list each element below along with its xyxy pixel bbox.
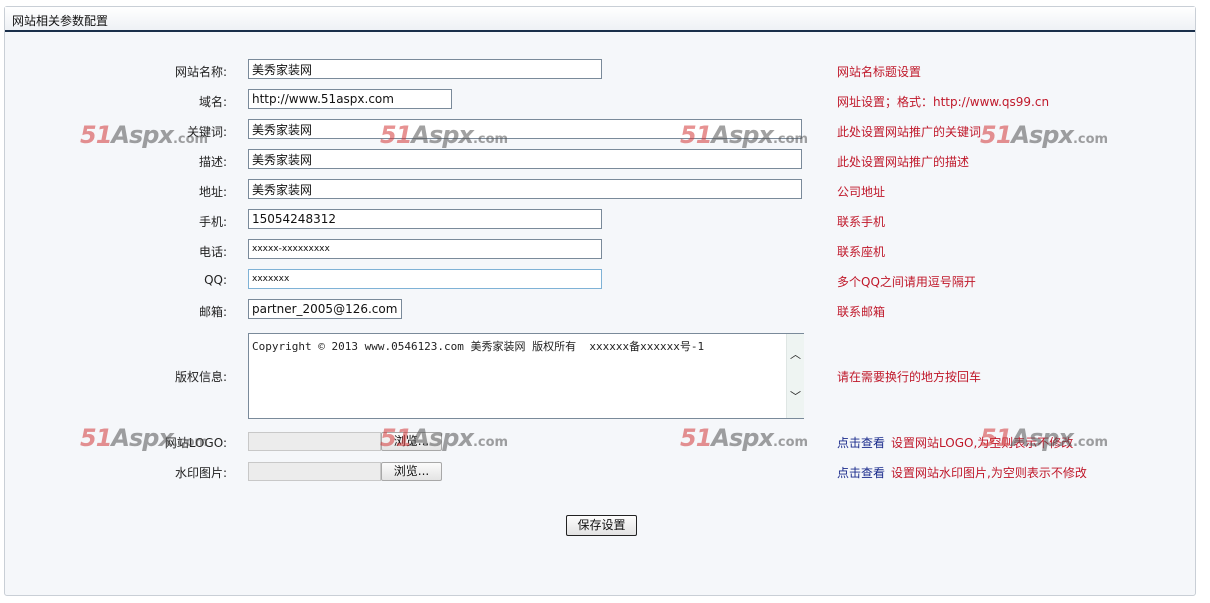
- domain-input[interactable]: [248, 89, 452, 109]
- email-hint: 联系邮箱: [837, 305, 886, 319]
- logo-browse-button[interactable]: 浏览...: [381, 432, 442, 451]
- panel-title: 网站相关参数配置: [12, 14, 109, 28]
- watermark-hint: 设置网站水印图片,为空则表示不修改: [891, 466, 1087, 480]
- scroll-down-icon[interactable]: ﹀: [789, 390, 802, 403]
- watermark-browse-button[interactable]: 浏览...: [381, 462, 442, 481]
- row-watermark: 水印图片: 浏览... 点击查看 设置网站水印图片,为空则表示不修改: [5, 460, 1195, 484]
- qq-hint: 多个QQ之间请用逗号隔开: [837, 275, 976, 289]
- address-label: 地址:: [198, 185, 227, 199]
- logo-view-link[interactable]: 点击查看: [837, 436, 885, 450]
- site-name-label: 网站名称:: [174, 65, 227, 79]
- address-hint: 公司地址: [837, 185, 886, 199]
- domain-hint: 网址设置；格式：http://www.qs99.cn: [837, 95, 1050, 109]
- phone-hint: 联系座机: [837, 245, 886, 259]
- email-input[interactable]: [248, 299, 402, 319]
- qq-label: QQ:: [204, 273, 227, 287]
- logo-hint: 设置网站LOGO,为空则表示不修改: [891, 436, 1074, 450]
- watermark-label: 水印图片:: [174, 466, 227, 480]
- row-phone: 电话: 联系座机: [5, 239, 1195, 263]
- mobile-hint: 联系手机: [837, 215, 886, 229]
- watermark-file-input[interactable]: [248, 462, 381, 481]
- site-name-hint: 网站名标题设置: [837, 65, 922, 79]
- copyright-textarea[interactable]: Copyright © 2013 www.0546123.com 美秀家装网 版…: [248, 333, 804, 419]
- mobile-label: 手机:: [198, 215, 227, 229]
- description-label: 描述:: [198, 155, 227, 169]
- row-description: 描述: 此处设置网站推广的描述: [5, 149, 1195, 173]
- phone-input[interactable]: [248, 239, 602, 259]
- logo-hint-group: 点击查看 设置网站LOGO,为空则表示不修改: [837, 434, 1073, 451]
- watermark-view-link[interactable]: 点击查看: [837, 466, 885, 480]
- copyright-hint: 请在需要换行的地方按回车: [837, 370, 982, 384]
- row-qq: QQ: 多个QQ之间请用逗号隔开: [5, 269, 1195, 293]
- row-site-name: 网站名称: 网站名标题设置: [5, 59, 1195, 83]
- phone-label: 电话:: [198, 245, 227, 259]
- row-domain: 域名: 网址设置；格式：http://www.qs99.cn: [5, 89, 1195, 113]
- keywords-label: 关键词:: [186, 125, 227, 139]
- panel-header: 网站相关参数配置: [5, 7, 1195, 32]
- copyright-label: 版权信息:: [174, 370, 227, 384]
- row-address: 地址: 公司地址: [5, 179, 1195, 203]
- site-name-input[interactable]: [248, 59, 602, 79]
- watermark-hint-group: 点击查看 设置网站水印图片,为空则表示不修改: [837, 464, 1087, 481]
- config-panel: 网站相关参数配置 网站名称: 网站名标题设置 域名: 网址设置；格式：http:…: [4, 6, 1196, 596]
- description-hint: 此处设置网站推广的描述: [837, 155, 970, 169]
- logo-label: 网站LOGO:: [164, 436, 227, 450]
- keywords-input[interactable]: [248, 119, 802, 139]
- qq-input[interactable]: [248, 269, 602, 289]
- logo-file-input[interactable]: [248, 432, 381, 451]
- description-input[interactable]: [248, 149, 802, 169]
- mobile-input[interactable]: [248, 209, 602, 229]
- row-keywords: 关键词: 此处设置网站推广的关键词: [5, 119, 1195, 143]
- save-settings-button[interactable]: 保存设置: [566, 515, 637, 536]
- row-mobile: 手机: 联系手机: [5, 209, 1195, 233]
- email-label: 邮箱:: [198, 305, 227, 319]
- scroll-up-icon[interactable]: ︿: [789, 348, 802, 361]
- keywords-hint: 此处设置网站推广的关键词: [837, 125, 982, 139]
- row-logo: 网站LOGO: 浏览... 点击查看 设置网站LOGO,为空则表示不修改: [5, 430, 1195, 454]
- row-email: 邮箱: 联系邮箱: [5, 299, 1195, 323]
- address-input[interactable]: [248, 179, 802, 199]
- copyright-scrollbar[interactable]: ︿ ﹀: [786, 334, 804, 418]
- domain-label: 域名:: [198, 95, 227, 109]
